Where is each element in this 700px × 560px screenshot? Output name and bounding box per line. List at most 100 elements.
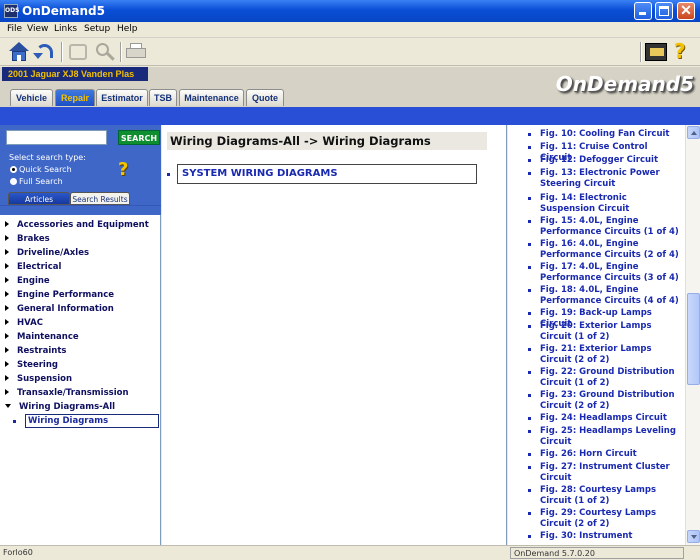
menu-help[interactable]: Help — [117, 24, 138, 34]
scroll-up-button[interactable] — [687, 126, 700, 139]
page-title: Wiring Diagrams-All -> Wiring Diagrams — [167, 132, 487, 150]
figure-link[interactable]: Fig. 21: Exterior Lamps Circuit (2 of 2) — [540, 344, 680, 365]
tab-maintenance[interactable]: Maintenance — [179, 89, 244, 106]
status-left: Forlo60 — [3, 548, 33, 557]
figure-link[interactable]: Fig. 12: Defogger Circuit — [540, 155, 680, 166]
print-button[interactable] — [124, 41, 148, 63]
menu-links[interactable]: Links — [54, 24, 77, 34]
figure-link[interactable]: Fig. 18: 4.0L, Engine Performance Circui… — [540, 285, 680, 306]
tree-item[interactable]: Accessories and Equipment — [5, 220, 149, 233]
center-panel: Wiring Diagrams-All -> Wiring Diagrams S… — [162, 125, 507, 545]
vertical-scrollbar[interactable] — [685, 125, 700, 545]
figure-link[interactable]: Fig. 22: Ground Distribution Circuit (1 … — [540, 367, 680, 388]
figure-link[interactable]: Fig. 10: Cooling Fan Circuit — [540, 129, 680, 140]
figure-link[interactable]: Fig. 27: Instrument Cluster Circuit — [540, 462, 680, 483]
search-button[interactable]: SEARCH — [118, 130, 160, 145]
nav-bar — [0, 107, 700, 125]
status-bar: Forlo60 OnDemand 5.7.0.20 — [0, 545, 700, 560]
app-icon: ODS — [4, 4, 19, 18]
tree-item[interactable]: HVAC — [5, 318, 43, 331]
figure-link[interactable]: Fig. 30: Instrument — [540, 531, 680, 542]
tab-quote[interactable]: Quote — [246, 89, 284, 106]
scroll-down-button[interactable] — [687, 530, 700, 543]
close-icon: ✕ — [680, 2, 692, 18]
expand-icon — [5, 361, 9, 367]
window-title: OnDemand5 — [22, 4, 105, 18]
home-button[interactable] — [7, 41, 31, 63]
figure-link[interactable]: Fig. 28: Courtesy Lamps Circuit (1 of 2) — [540, 485, 680, 506]
expand-icon — [5, 235, 9, 241]
tree-item[interactable]: Maintenance — [5, 332, 79, 345]
close-button[interactable]: ✕ — [677, 2, 695, 20]
expand-icon — [5, 221, 9, 227]
tab-tsb[interactable]: TSB — [149, 89, 177, 106]
radio-quick-search[interactable]: Quick Search — [10, 165, 72, 174]
back-button[interactable] — [33, 41, 57, 63]
tree-item[interactable]: Steering — [5, 360, 58, 373]
expand-icon — [5, 305, 9, 311]
tree-item[interactable]: General Information — [5, 304, 114, 317]
figure-link[interactable]: Fig. 20: Exterior Lamps Circuit (1 of 2) — [540, 321, 680, 342]
expand-icon — [5, 333, 9, 339]
minimize-button[interactable] — [634, 2, 652, 20]
expand-icon — [5, 277, 9, 283]
search-help-icon[interactable]: ? — [118, 159, 128, 180]
toolbar: ? — [0, 38, 700, 66]
tab-repair[interactable]: Repair — [55, 89, 95, 106]
find-button[interactable] — [94, 41, 118, 63]
search-type-label: Select search type: — [9, 153, 86, 162]
radio-selected-icon — [10, 166, 17, 173]
ondemand-logo: OnDemand5 — [555, 72, 694, 96]
figure-link[interactable]: Fig. 25: Headlamps Leveling Circuit — [540, 426, 680, 447]
arrow-down-icon — [691, 535, 697, 539]
tree-item[interactable]: Electrical — [5, 262, 61, 275]
tree-item[interactable]: Restraints — [5, 346, 66, 359]
expand-icon — [5, 249, 9, 255]
tree-item[interactable]: Engine Performance — [5, 290, 114, 303]
radio-full-search-label: Full Search — [19, 177, 63, 186]
figure-link[interactable]: Fig. 26: Horn Circuit — [540, 449, 680, 460]
figure-link[interactable]: Fig. 17: 4.0L, Engine Performance Circui… — [540, 262, 680, 283]
help-button[interactable]: ? — [670, 39, 694, 63]
menu-file[interactable]: File — [7, 24, 22, 34]
menu-view[interactable]: View — [27, 24, 48, 34]
tab-estimator[interactable]: Estimator — [96, 89, 148, 106]
tree-item[interactable]: Engine — [5, 276, 50, 289]
radio-unselected-icon — [10, 178, 17, 185]
scroll-thumb[interactable] — [687, 293, 700, 385]
links-button[interactable] — [66, 41, 90, 63]
left-panel: SEARCH Select search type: Quick Search … — [0, 125, 161, 545]
figure-link[interactable]: Fig. 24: Headlamps Circuit — [540, 413, 680, 424]
list-bullet-icon — [167, 173, 170, 176]
figure-link[interactable]: Fig. 13: Electronic Power Steering Circu… — [540, 168, 680, 189]
maximize-icon — [659, 6, 669, 16]
status-version: OnDemand 5.7.0.20 — [510, 547, 684, 559]
expand-icon — [5, 375, 9, 381]
tab-vehicle[interactable]: Vehicle — [10, 89, 53, 106]
tree-item[interactable]: Transaxle/Transmission — [5, 388, 129, 401]
maximize-button[interactable] — [655, 2, 673, 20]
search-input[interactable] — [6, 130, 107, 145]
figure-link[interactable]: Fig. 23: Ground Distribution Circuit (2 … — [540, 390, 680, 411]
tree-item[interactable]: Suspension — [5, 374, 72, 387]
video-button[interactable] — [644, 41, 668, 63]
radio-full-search[interactable]: Full Search — [10, 177, 63, 186]
link-system-wiring-diagrams[interactable]: SYSTEM WIRING DIAGRAMS — [177, 164, 477, 184]
expand-icon — [5, 291, 9, 297]
vehicle-label[interactable]: 2001 Jaguar XJ8 Vanden Plas — [2, 67, 148, 81]
figure-link[interactable]: Fig. 14: Electronic Suspension Circuit — [540, 193, 680, 214]
subtab-articles[interactable]: Articles — [8, 192, 70, 205]
figure-link[interactable]: Fig. 16: 4.0L, Engine Performance Circui… — [540, 239, 680, 260]
home-icon — [9, 42, 29, 51]
menu-setup[interactable]: Setup — [84, 24, 110, 34]
toolbar-separator — [61, 42, 63, 62]
figure-link[interactable]: Fig. 15: 4.0L, Engine Performance Circui… — [540, 216, 680, 237]
subtab-search-results[interactable]: Search Results — [70, 192, 130, 205]
figure-link[interactable]: Fig. 29: Courtesy Lamps Circuit (2 of 2) — [540, 508, 680, 529]
links-icon — [69, 44, 87, 60]
tree-item[interactable]: Brakes — [5, 234, 50, 247]
toolbar-separator — [640, 42, 642, 62]
tree-item-selected[interactable]: Wiring Diagrams — [25, 414, 159, 428]
film-icon — [645, 43, 667, 61]
tree-item[interactable]: Driveline/Axles — [5, 248, 89, 261]
